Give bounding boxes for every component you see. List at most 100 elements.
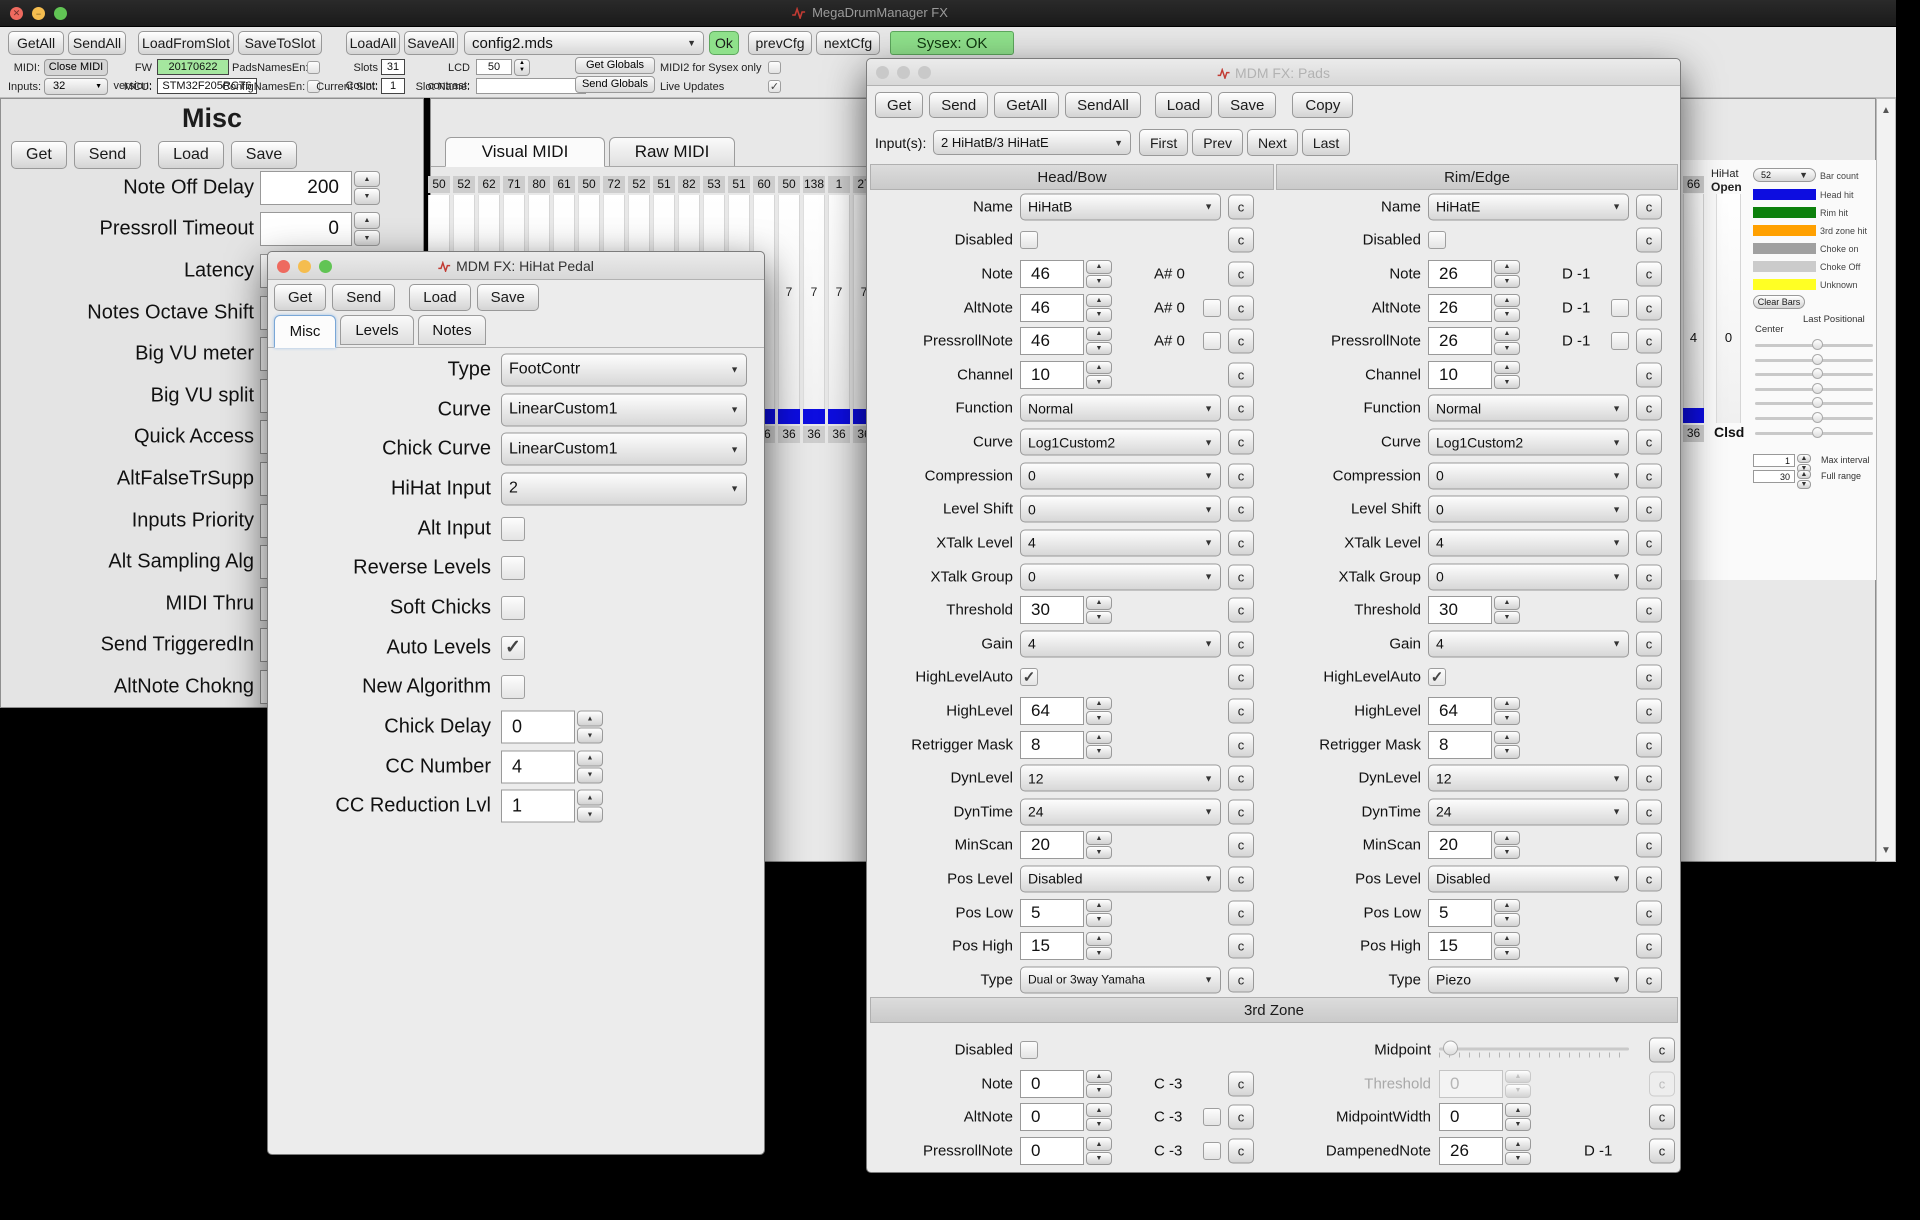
hihat-chick-curve-dropdown[interactable]: LinearCustom1▼: [501, 433, 747, 466]
down-arrow-icon[interactable]: ▼: [1086, 947, 1112, 961]
up-arrow-icon[interactable]: ▲: [1086, 596, 1112, 610]
rimedge-threshold-spinner[interactable]: 30▲▼: [1428, 596, 1520, 624]
live-updates-checkbox[interactable]: ✓: [768, 80, 781, 93]
zone3-pressrollnote-spinner-value[interactable]: 0: [1020, 1137, 1084, 1165]
up-arrow-icon[interactable]: ▲: [577, 790, 603, 806]
misc-pressroll-timeout-spinner-stepper[interactable]: ▲▼: [354, 212, 380, 246]
headbow-note-copy-button[interactable]: c: [1228, 262, 1254, 287]
zone3-dampenednote-spinner[interactable]: 26▲▼: [1439, 1137, 1531, 1165]
headbow-pressrollnote-link-checkbox[interactable]: [1203, 332, 1221, 350]
hihat-load-button[interactable]: Load: [409, 284, 470, 311]
down-arrow-icon[interactable]: ▼: [577, 807, 603, 823]
headbow-pos-low-spinner-value[interactable]: 5: [1020, 899, 1084, 927]
inputs-dropdown[interactable]: 32 ▼: [44, 78, 108, 95]
zone3-altnote-link-checkbox[interactable]: [1203, 1108, 1221, 1126]
rimedge-xtalk-group-copy-button[interactable]: c: [1636, 564, 1662, 589]
rimedge-pos-high-spinner-value[interactable]: 15: [1428, 932, 1492, 960]
positional-slider[interactable]: [1755, 373, 1873, 376]
rimedge-highlevel-spinner-stepper[interactable]: ▲▼: [1494, 697, 1520, 725]
headbow-highlevel-spinner-stepper[interactable]: ▲▼: [1086, 697, 1112, 725]
headbow-highlevelauto-checkbox[interactable]: ✓: [1020, 668, 1038, 686]
headbow-xtalk-level-copy-button[interactable]: c: [1228, 530, 1254, 555]
headbow-dyntime-dropdown[interactable]: 24▼: [1020, 798, 1221, 825]
headbow-level-shift-copy-button[interactable]: c: [1228, 497, 1254, 522]
zone3-note-spinner-value[interactable]: 0: [1020, 1070, 1084, 1098]
pads-copy-button[interactable]: Copy: [1292, 92, 1353, 118]
down-arrow-icon[interactable]: ▼: [1086, 745, 1112, 759]
lcd-contrast-stepper[interactable]: ▲▼: [514, 59, 530, 76]
down-arrow-icon[interactable]: ▼: [1086, 1152, 1112, 1166]
headbow-pressrollnote-spinner-value[interactable]: 46: [1020, 327, 1084, 355]
up-arrow-icon[interactable]: ▲: [1086, 831, 1112, 845]
rimedge-minscan-spinner-value[interactable]: 20: [1428, 831, 1492, 859]
hihat-get-button[interactable]: Get: [274, 284, 326, 311]
max-interval-field[interactable]: 1: [1753, 454, 1795, 467]
headbow-channel-copy-button[interactable]: c: [1228, 362, 1254, 387]
zone3-altnote-spinner-stepper[interactable]: ▲▼: [1086, 1103, 1112, 1131]
minimize-window-icon[interactable]: −: [32, 7, 45, 20]
bar-count-dropdown[interactable]: 52▼: [1753, 168, 1816, 182]
down-arrow-icon[interactable]: ▼: [1086, 275, 1112, 289]
hihat-curve-dropdown[interactable]: LinearCustom1▼: [501, 393, 747, 426]
down-arrow-icon[interactable]: ▼: [1494, 947, 1520, 961]
misc-note-off-delay-spinner[interactable]: 200▲▼: [260, 171, 380, 205]
hihat-tab-levels[interactable]: Levels: [340, 315, 414, 345]
headbow-name-dropdown[interactable]: HiHatB▼: [1020, 193, 1221, 220]
hihat-chick-delay-spinner-value[interactable]: 0: [501, 711, 575, 744]
prevcfg-button[interactable]: prevCfg: [748, 31, 812, 55]
zone3-midpointwidth-spinner[interactable]: 0▲▼: [1439, 1103, 1531, 1131]
headbow-type-copy-button[interactable]: c: [1228, 967, 1254, 992]
rimedge-threshold-spinner-value[interactable]: 30: [1428, 596, 1492, 624]
slot-name-field[interactable]: [476, 78, 586, 94]
zone3-pressrollnote-spinner[interactable]: 0▲▼: [1020, 1137, 1112, 1165]
rimedge-note-spinner-stepper[interactable]: ▲▼: [1494, 260, 1520, 288]
misc-pressroll-timeout-spinner-value[interactable]: 0: [260, 212, 352, 246]
hihat-soft-chicks-checkbox[interactable]: [501, 596, 525, 620]
zone3-disabled-checkbox[interactable]: [1020, 1041, 1038, 1059]
up-arrow-icon[interactable]: ▲: [577, 711, 603, 727]
up-arrow-icon[interactable]: ▲: [1494, 697, 1520, 711]
down-arrow-icon[interactable]: ▼: [577, 767, 603, 783]
up-arrow-icon[interactable]: ▲: [1797, 454, 1811, 463]
savetoslot-button[interactable]: SaveToSlot: [238, 31, 322, 55]
headbow-channel-spinner-value[interactable]: 10: [1020, 361, 1084, 389]
headbow-retrigger-mask-copy-button[interactable]: c: [1228, 732, 1254, 757]
rimedge-highlevelauto-checkbox[interactable]: ✓: [1428, 668, 1446, 686]
positional-slider[interactable]: [1755, 359, 1873, 362]
rimedge-highlevel-copy-button[interactable]: c: [1636, 698, 1662, 723]
misc-load-button[interactable]: Load: [158, 141, 224, 169]
hihat-tab-notes[interactable]: Notes: [418, 315, 486, 345]
headbow-channel-spinner[interactable]: 10▲▼: [1020, 361, 1112, 389]
down-arrow-icon[interactable]: ▼: [1494, 342, 1520, 356]
slider-handle[interactable]: [1812, 368, 1823, 379]
headbow-curve-dropdown[interactable]: Log1Custom2▼: [1020, 429, 1221, 456]
headbow-altnote-spinner-stepper[interactable]: ▲▼: [1086, 294, 1112, 322]
headbow-pressrollnote-spinner-stepper[interactable]: ▲▼: [1086, 327, 1112, 355]
pads-get-button[interactable]: Get: [875, 92, 923, 118]
rimedge-type-dropdown[interactable]: Piezo▼: [1428, 966, 1629, 993]
positional-slider[interactable]: [1755, 417, 1873, 420]
rimedge-pressrollnote-link-checkbox[interactable]: [1611, 332, 1629, 350]
rimedge-xtalk-group-dropdown[interactable]: 0▼: [1428, 563, 1629, 590]
zone3-pressrollnote-spinner-stepper[interactable]: ▲▼: [1086, 1137, 1112, 1165]
rimedge-name-dropdown[interactable]: HiHatE▼: [1428, 193, 1629, 220]
hihat-alt-input-checkbox[interactable]: [501, 517, 525, 541]
slider-handle[interactable]: [1812, 427, 1823, 438]
up-arrow-icon[interactable]: ▲: [1494, 294, 1520, 308]
zone3-altnote-spinner-value[interactable]: 0: [1020, 1103, 1084, 1131]
rimedge-pressrollnote-spinner[interactable]: 26▲▼: [1428, 327, 1520, 355]
headbow-pos-low-spinner-stepper[interactable]: ▲▼: [1086, 899, 1112, 927]
misc-save-button[interactable]: Save: [231, 141, 297, 169]
rimedge-name-copy-button[interactable]: c: [1636, 194, 1662, 219]
rimedge-curve-copy-button[interactable]: c: [1636, 430, 1662, 455]
down-arrow-icon[interactable]: ▼: [1086, 611, 1112, 625]
up-arrow-icon[interactable]: ▲: [1086, 260, 1112, 274]
zoom-window-icon[interactable]: [319, 260, 332, 273]
scroll-up-icon[interactable]: ▲: [1877, 101, 1895, 119]
headbow-highlevel-spinner-value[interactable]: 64: [1020, 697, 1084, 725]
rimedge-pressrollnote-spinner-stepper[interactable]: ▲▼: [1494, 327, 1520, 355]
zone3-threshold-spinner-value[interactable]: 0: [1439, 1070, 1503, 1098]
rimedge-retrigger-mask-spinner[interactable]: 8▲▼: [1428, 731, 1520, 759]
headbow-altnote-spinner[interactable]: 46▲▼: [1020, 294, 1112, 322]
headbow-minscan-spinner-stepper[interactable]: ▲▼: [1086, 831, 1112, 859]
